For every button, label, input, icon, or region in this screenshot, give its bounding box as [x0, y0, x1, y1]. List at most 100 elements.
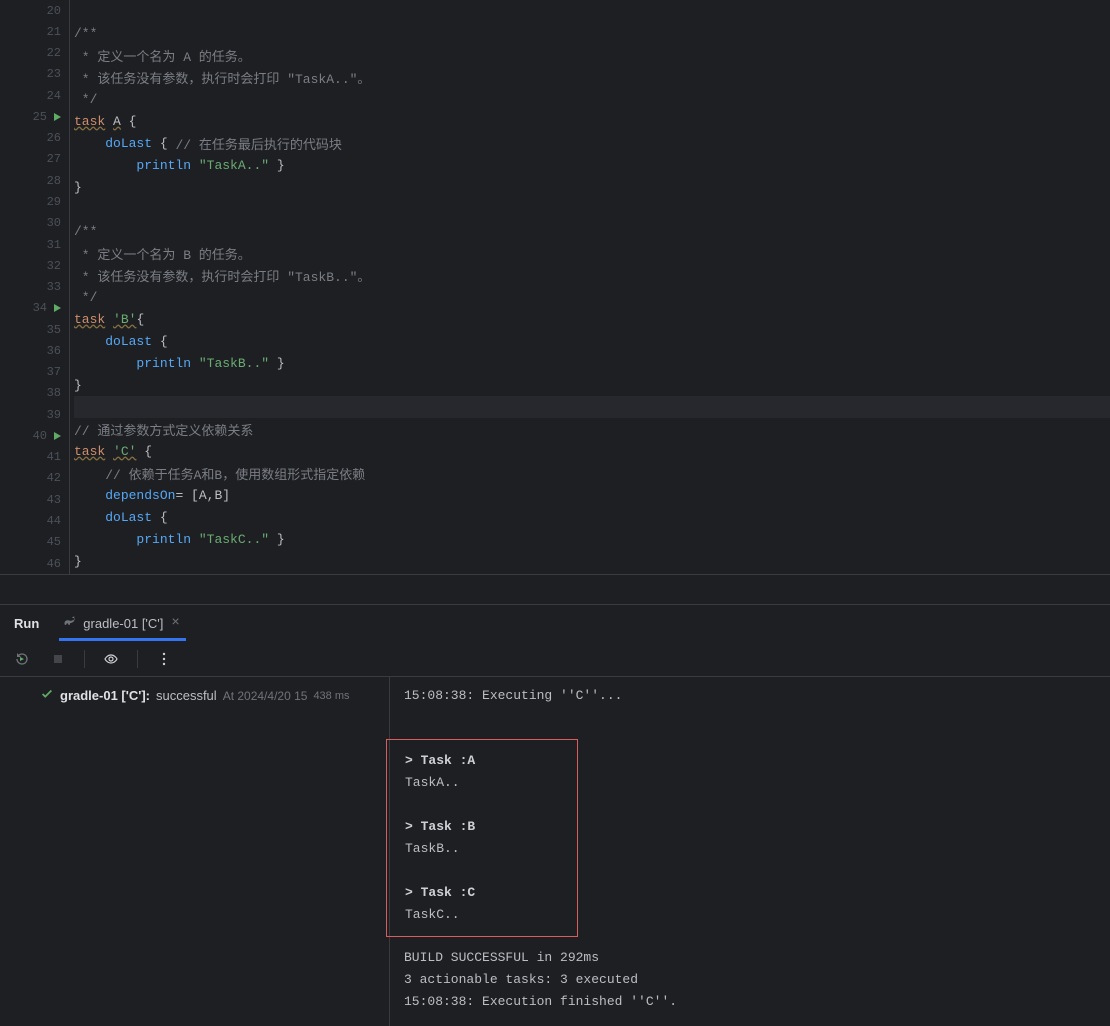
more-button[interactable]	[154, 649, 174, 669]
console-line: > Task :A	[405, 750, 565, 772]
code-line[interactable]: task A {	[74, 110, 1110, 132]
run-tab-bar: Run gradle-01 ['C'] ×	[0, 605, 1110, 641]
run-tab[interactable]: gradle-01 ['C'] ×	[59, 605, 186, 641]
gutter-row[interactable]: 26	[0, 128, 69, 149]
gutter-row[interactable]: 33	[0, 276, 69, 297]
gutter-row[interactable]: 39	[0, 404, 69, 425]
stop-button[interactable]	[48, 649, 68, 669]
gutter-row[interactable]: 38	[0, 383, 69, 404]
code-line[interactable]: */	[74, 286, 1110, 308]
close-icon[interactable]: ×	[169, 615, 181, 631]
code-line[interactable]: doLast { // 在任务最后执行的代码块	[74, 132, 1110, 154]
line-number: 43	[33, 493, 61, 507]
code-line[interactable]	[74, 198, 1110, 220]
code-line[interactable]: /**	[74, 22, 1110, 44]
code-line[interactable]: * 该任务没有参数，执行时会打印 "TaskA.."。	[74, 66, 1110, 88]
gutter-row[interactable]: 43	[0, 489, 69, 510]
gradle-icon	[63, 614, 77, 632]
gutter-row[interactable]: 23	[0, 64, 69, 85]
success-icon	[40, 687, 54, 704]
build-tree[interactable]: gradle-01 ['C']: successful At 2024/4/20…	[0, 677, 390, 1026]
highlighted-output: > Task :ATaskA.. > Task :BTaskB.. > Task…	[386, 739, 578, 937]
code-line[interactable]: task 'C' {	[74, 440, 1110, 462]
line-number: 28	[33, 174, 61, 188]
line-number: 30	[33, 216, 61, 230]
line-number: 41	[33, 450, 61, 464]
line-number: 23	[33, 67, 61, 81]
gutter-row[interactable]: 44	[0, 510, 69, 531]
code-content[interactable]: /** * 定义一个名为 A 的任务。 * 该任务没有参数，执行时会打印 "Ta…	[70, 0, 1110, 574]
console-line: > Task :B	[405, 816, 565, 838]
gutter-row[interactable]: 40	[0, 425, 69, 446]
code-line[interactable]: // 依赖于任务A和B，使用数组形式指定依赖	[74, 462, 1110, 484]
console-footer: BUILD SUCCESSFUL in 292ms3 actionable ta…	[404, 947, 1096, 1013]
code-line[interactable]: doLast {	[74, 330, 1110, 352]
code-line[interactable]: }	[74, 550, 1110, 572]
code-line[interactable]: }	[74, 374, 1110, 396]
gutter-row[interactable]: 22	[0, 43, 69, 64]
code-line[interactable]: * 该任务没有参数，执行时会打印 "TaskB.."。	[74, 264, 1110, 286]
build-time: At 2024/4/20 15	[223, 689, 308, 703]
code-line[interactable]	[74, 0, 1110, 22]
line-number: 38	[33, 386, 61, 400]
console-output[interactable]: 15:08:38: Executing ''C''... > Task :ATa…	[390, 677, 1110, 1026]
gutter-row[interactable]: 31	[0, 234, 69, 255]
gutter-row[interactable]: 27	[0, 149, 69, 170]
gutter-row[interactable]: 35	[0, 319, 69, 340]
code-editor[interactable]: 20 2122 23 2425 26 27 28 29 30 31 32 3334 35 36 37 38 39…	[0, 0, 1110, 574]
code-line[interactable]	[74, 396, 1110, 418]
editor-gutter: 20 2122 23 2425 26 27 28 29 30 31 32 3334 35 36 37 38 39…	[0, 0, 70, 574]
code-line[interactable]: dependsOn= [A,B]	[74, 484, 1110, 506]
run-gutter-icon[interactable]	[51, 111, 63, 123]
line-number: 32	[33, 259, 61, 273]
gutter-row[interactable]: 41	[0, 447, 69, 468]
output-area: gradle-01 ['C']: successful At 2024/4/20…	[0, 677, 1110, 1026]
show-button[interactable]	[101, 649, 121, 669]
gutter-row[interactable]: 29	[0, 191, 69, 212]
code-line[interactable]: * 定义一个名为 B 的任务。	[74, 242, 1110, 264]
line-number: 20	[33, 4, 61, 18]
code-line[interactable]: println "TaskB.." }	[74, 352, 1110, 374]
code-line[interactable]: doLast {	[74, 506, 1110, 528]
console-line: BUILD SUCCESSFUL in 292ms	[404, 947, 1096, 969]
line-number: 27	[33, 152, 61, 166]
code-line[interactable]: task 'B'{	[74, 308, 1110, 330]
run-gutter-icon[interactable]	[51, 302, 63, 314]
console-header: 15:08:38: Executing ''C''...	[404, 685, 1096, 707]
gutter-row[interactable]: 25	[0, 106, 69, 127]
line-number: 36	[33, 344, 61, 358]
gutter-row[interactable]: 34	[0, 298, 69, 319]
line-number: 26	[33, 131, 61, 145]
code-line[interactable]: * 定义一个名为 A 的任务。	[74, 44, 1110, 66]
rerun-button[interactable]	[12, 649, 32, 669]
run-gutter-icon[interactable]	[51, 430, 63, 442]
gutter-row[interactable]: 42	[0, 468, 69, 489]
gutter-row[interactable]: 20	[0, 0, 69, 21]
code-line[interactable]: // 通过参数方式定义依赖关系	[74, 418, 1110, 440]
gutter-row[interactable]: 45	[0, 532, 69, 553]
gutter-row[interactable]: 46	[0, 553, 69, 574]
console-line	[405, 860, 565, 882]
gutter-row[interactable]: 21	[0, 21, 69, 42]
line-number: 35	[33, 323, 61, 337]
code-line[interactable]: println "TaskA.." }	[74, 154, 1110, 176]
gutter-row[interactable]: 30	[0, 213, 69, 234]
console-line: 3 actionable tasks: 3 executed	[404, 969, 1096, 991]
line-number: 29	[33, 195, 61, 209]
gutter-row[interactable]: 36	[0, 340, 69, 361]
run-tool-window: Run gradle-01 ['C'] ×	[0, 604, 1110, 1026]
gutter-row[interactable]: 28	[0, 170, 69, 191]
gutter-row[interactable]: 24	[0, 85, 69, 106]
code-line[interactable]: }	[74, 176, 1110, 198]
console-line: 15:08:38: Execution finished ''C''.	[404, 991, 1096, 1013]
code-line[interactable]: */	[74, 88, 1110, 110]
gutter-row[interactable]: 37	[0, 362, 69, 383]
run-panel-label[interactable]: Run	[14, 616, 39, 631]
code-line[interactable]: println "TaskC.." }	[74, 528, 1110, 550]
console-line: TaskA..	[405, 772, 565, 794]
gutter-row[interactable]: 32	[0, 255, 69, 276]
build-tree-root[interactable]: gradle-01 ['C']: successful At 2024/4/20…	[10, 685, 379, 706]
panel-separator	[0, 574, 1110, 604]
code-line[interactable]: /**	[74, 220, 1110, 242]
line-number: 40	[19, 429, 47, 443]
